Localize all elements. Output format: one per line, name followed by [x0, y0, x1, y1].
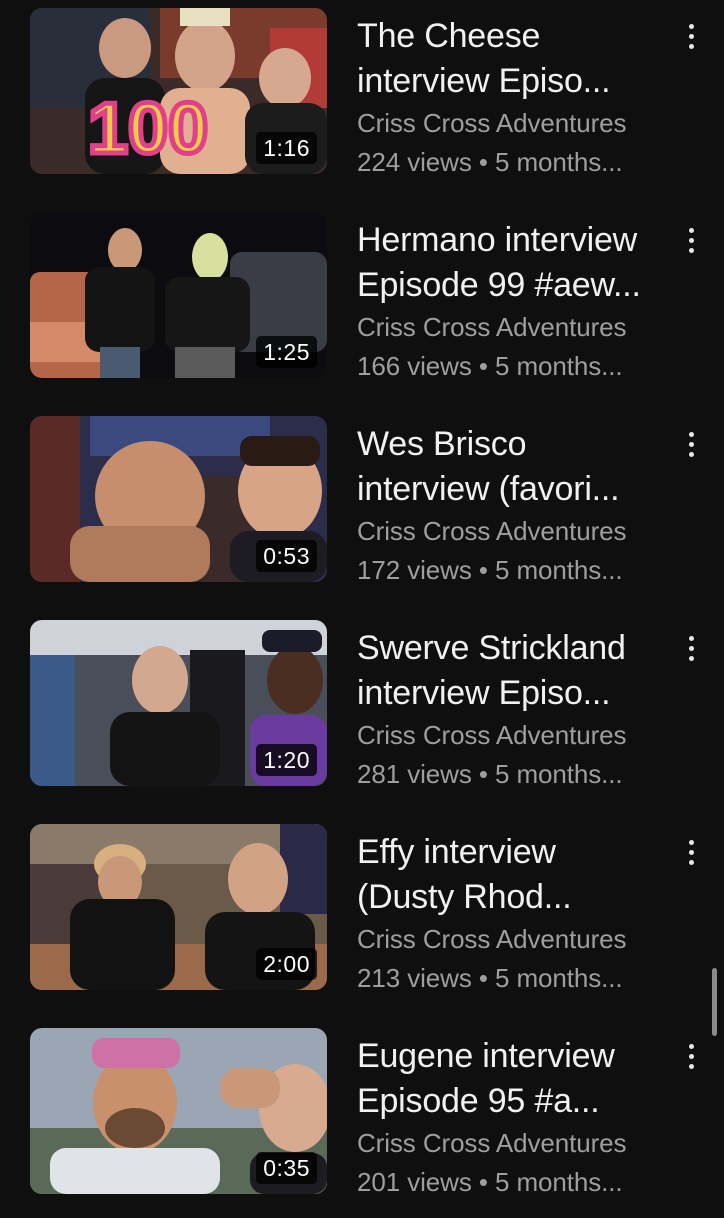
video-thumbnail[interactable]: 0:53 [30, 416, 327, 582]
video-stats: 213 views • 5 months... [357, 963, 623, 993]
video-item[interactable]: 100 1:16 The Cheese interview Episo... C… [0, 8, 724, 198]
channel-name: Criss Cross Adventures [357, 516, 627, 546]
video-info[interactable]: The Cheese interview Episo... Criss Cros… [357, 14, 679, 182]
duration-badge: 1:25 [256, 336, 317, 368]
video-info[interactable]: Hermano interview Episode 99 #aew... Cri… [357, 218, 679, 386]
channel-name: Criss Cross Adventures [357, 312, 627, 342]
more-options-icon[interactable] [682, 838, 702, 868]
more-options-icon[interactable] [682, 226, 702, 256]
video-item[interactable]: 0:35 Eugene interview Episode 95 #a... C… [0, 1028, 724, 1218]
channel-name: Criss Cross Adventures [357, 924, 627, 954]
video-title[interactable]: Eugene interview Episode 95 #a... [357, 1034, 679, 1124]
channel-name: Criss Cross Adventures [357, 1128, 627, 1158]
video-thumbnail[interactable]: 0:35 [30, 1028, 327, 1194]
video-stats: 224 views • 5 months... [357, 147, 623, 177]
video-item[interactable]: 1:25 Hermano interview Episode 99 #aew..… [0, 212, 724, 402]
more-options-icon[interactable] [682, 1042, 702, 1072]
video-thumbnail[interactable]: 100 1:16 [30, 8, 327, 174]
channel-name: Criss Cross Adventures [357, 720, 627, 750]
scrollbar[interactable] [712, 968, 717, 1036]
video-thumbnail[interactable]: 1:20 [30, 620, 327, 786]
duration-badge: 2:00 [256, 948, 317, 980]
more-options-icon[interactable] [682, 634, 702, 664]
video-info[interactable]: Effy interview (Dusty Rhod... Criss Cros… [357, 830, 679, 998]
video-title[interactable]: The Cheese interview Episo... [357, 14, 679, 104]
video-item[interactable]: 1:20 Swerve Strickland interview Episo..… [0, 620, 724, 810]
video-thumbnail[interactable]: 1:25 [30, 212, 327, 378]
video-info[interactable]: Wes Brisco interview (favori... Criss Cr… [357, 422, 679, 590]
video-stats: 281 views • 5 months... [357, 759, 623, 789]
thumbnail-badge: 100 [88, 89, 208, 169]
video-item[interactable]: 2:00 Effy interview (Dusty Rhod... Criss… [0, 824, 724, 1014]
duration-badge: 1:20 [256, 744, 317, 776]
video-stats: 172 views • 5 months... [357, 555, 623, 585]
video-title[interactable]: Swerve Strickland interview Episo... [357, 626, 679, 716]
video-title[interactable]: Hermano interview Episode 99 #aew... [357, 218, 679, 308]
video-list: 100 1:16 The Cheese interview Episo... C… [0, 0, 724, 1200]
channel-name: Criss Cross Adventures [357, 108, 627, 138]
video-item[interactable]: 0:53 Wes Brisco interview (favori... Cri… [0, 416, 724, 606]
video-stats: 166 views • 5 months... [357, 351, 623, 381]
video-title[interactable]: Effy interview (Dusty Rhod... [357, 830, 679, 920]
video-title[interactable]: Wes Brisco interview (favori... [357, 422, 679, 512]
more-options-icon[interactable] [682, 22, 702, 52]
video-info[interactable]: Swerve Strickland interview Episo... Cri… [357, 626, 679, 794]
duration-badge: 1:16 [256, 132, 317, 164]
video-info[interactable]: Eugene interview Episode 95 #a... Criss … [357, 1034, 679, 1202]
video-thumbnail[interactable]: 2:00 [30, 824, 327, 990]
video-stats: 201 views • 5 months... [357, 1167, 623, 1197]
duration-badge: 0:35 [256, 1152, 317, 1184]
more-options-icon[interactable] [682, 430, 702, 460]
duration-badge: 0:53 [256, 540, 317, 572]
